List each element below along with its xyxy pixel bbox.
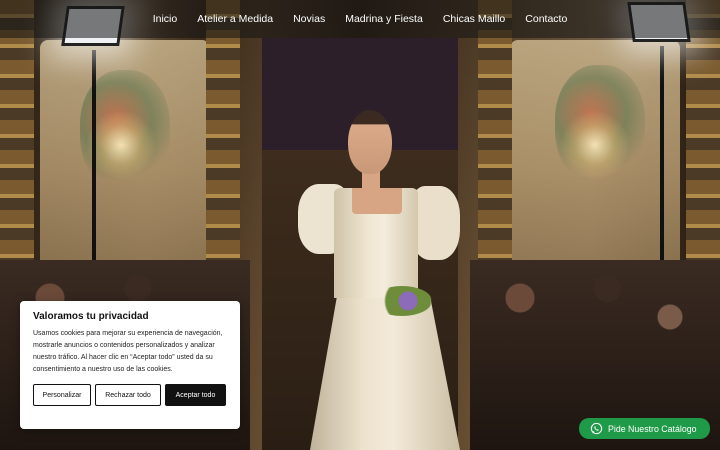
nav-item-contacto[interactable]: Contacto xyxy=(515,13,577,25)
nav-item-novias[interactable]: Novias xyxy=(283,13,335,25)
nav-item-madrina-fiesta[interactable]: Madrina y Fiesta xyxy=(335,13,433,25)
cookie-description: Usamos cookies para mejorar su experienc… xyxy=(33,330,223,373)
model-head xyxy=(348,110,392,174)
wall-sconce-right xyxy=(560,110,630,180)
nav-item-atelier[interactable]: Atelier a Medida xyxy=(187,13,283,25)
cookie-title: Valoramos tu privacidad xyxy=(33,311,149,322)
nav-item-chicas-maillo[interactable]: Chicas Maillo xyxy=(433,13,515,25)
cookie-actions: Personalizar Rechazar todo Aceptar todo xyxy=(33,384,227,406)
main-navbar: Inicio Atelier a Medida Novias Madrina y… xyxy=(0,0,720,38)
dress-skirt xyxy=(310,296,460,450)
whatsapp-label: Pide Nuestro Catálogo xyxy=(608,423,697,434)
reject-all-button[interactable]: Rechazar todo xyxy=(95,384,161,406)
whatsapp-catalog-button[interactable]: Pide Nuestro Catálogo xyxy=(579,418,710,439)
customize-button[interactable]: Personalizar xyxy=(33,384,91,406)
bride-model xyxy=(286,108,466,450)
cookie-consent-banner: Valoramos tu privacidad Usamos cookies p… xyxy=(20,301,240,429)
bouquet xyxy=(372,286,432,316)
nav-item-inicio[interactable]: Inicio xyxy=(143,13,188,25)
wall-sconce-left xyxy=(86,110,156,180)
whatsapp-icon xyxy=(590,422,603,435)
accept-all-button[interactable]: Aceptar todo xyxy=(165,384,226,406)
